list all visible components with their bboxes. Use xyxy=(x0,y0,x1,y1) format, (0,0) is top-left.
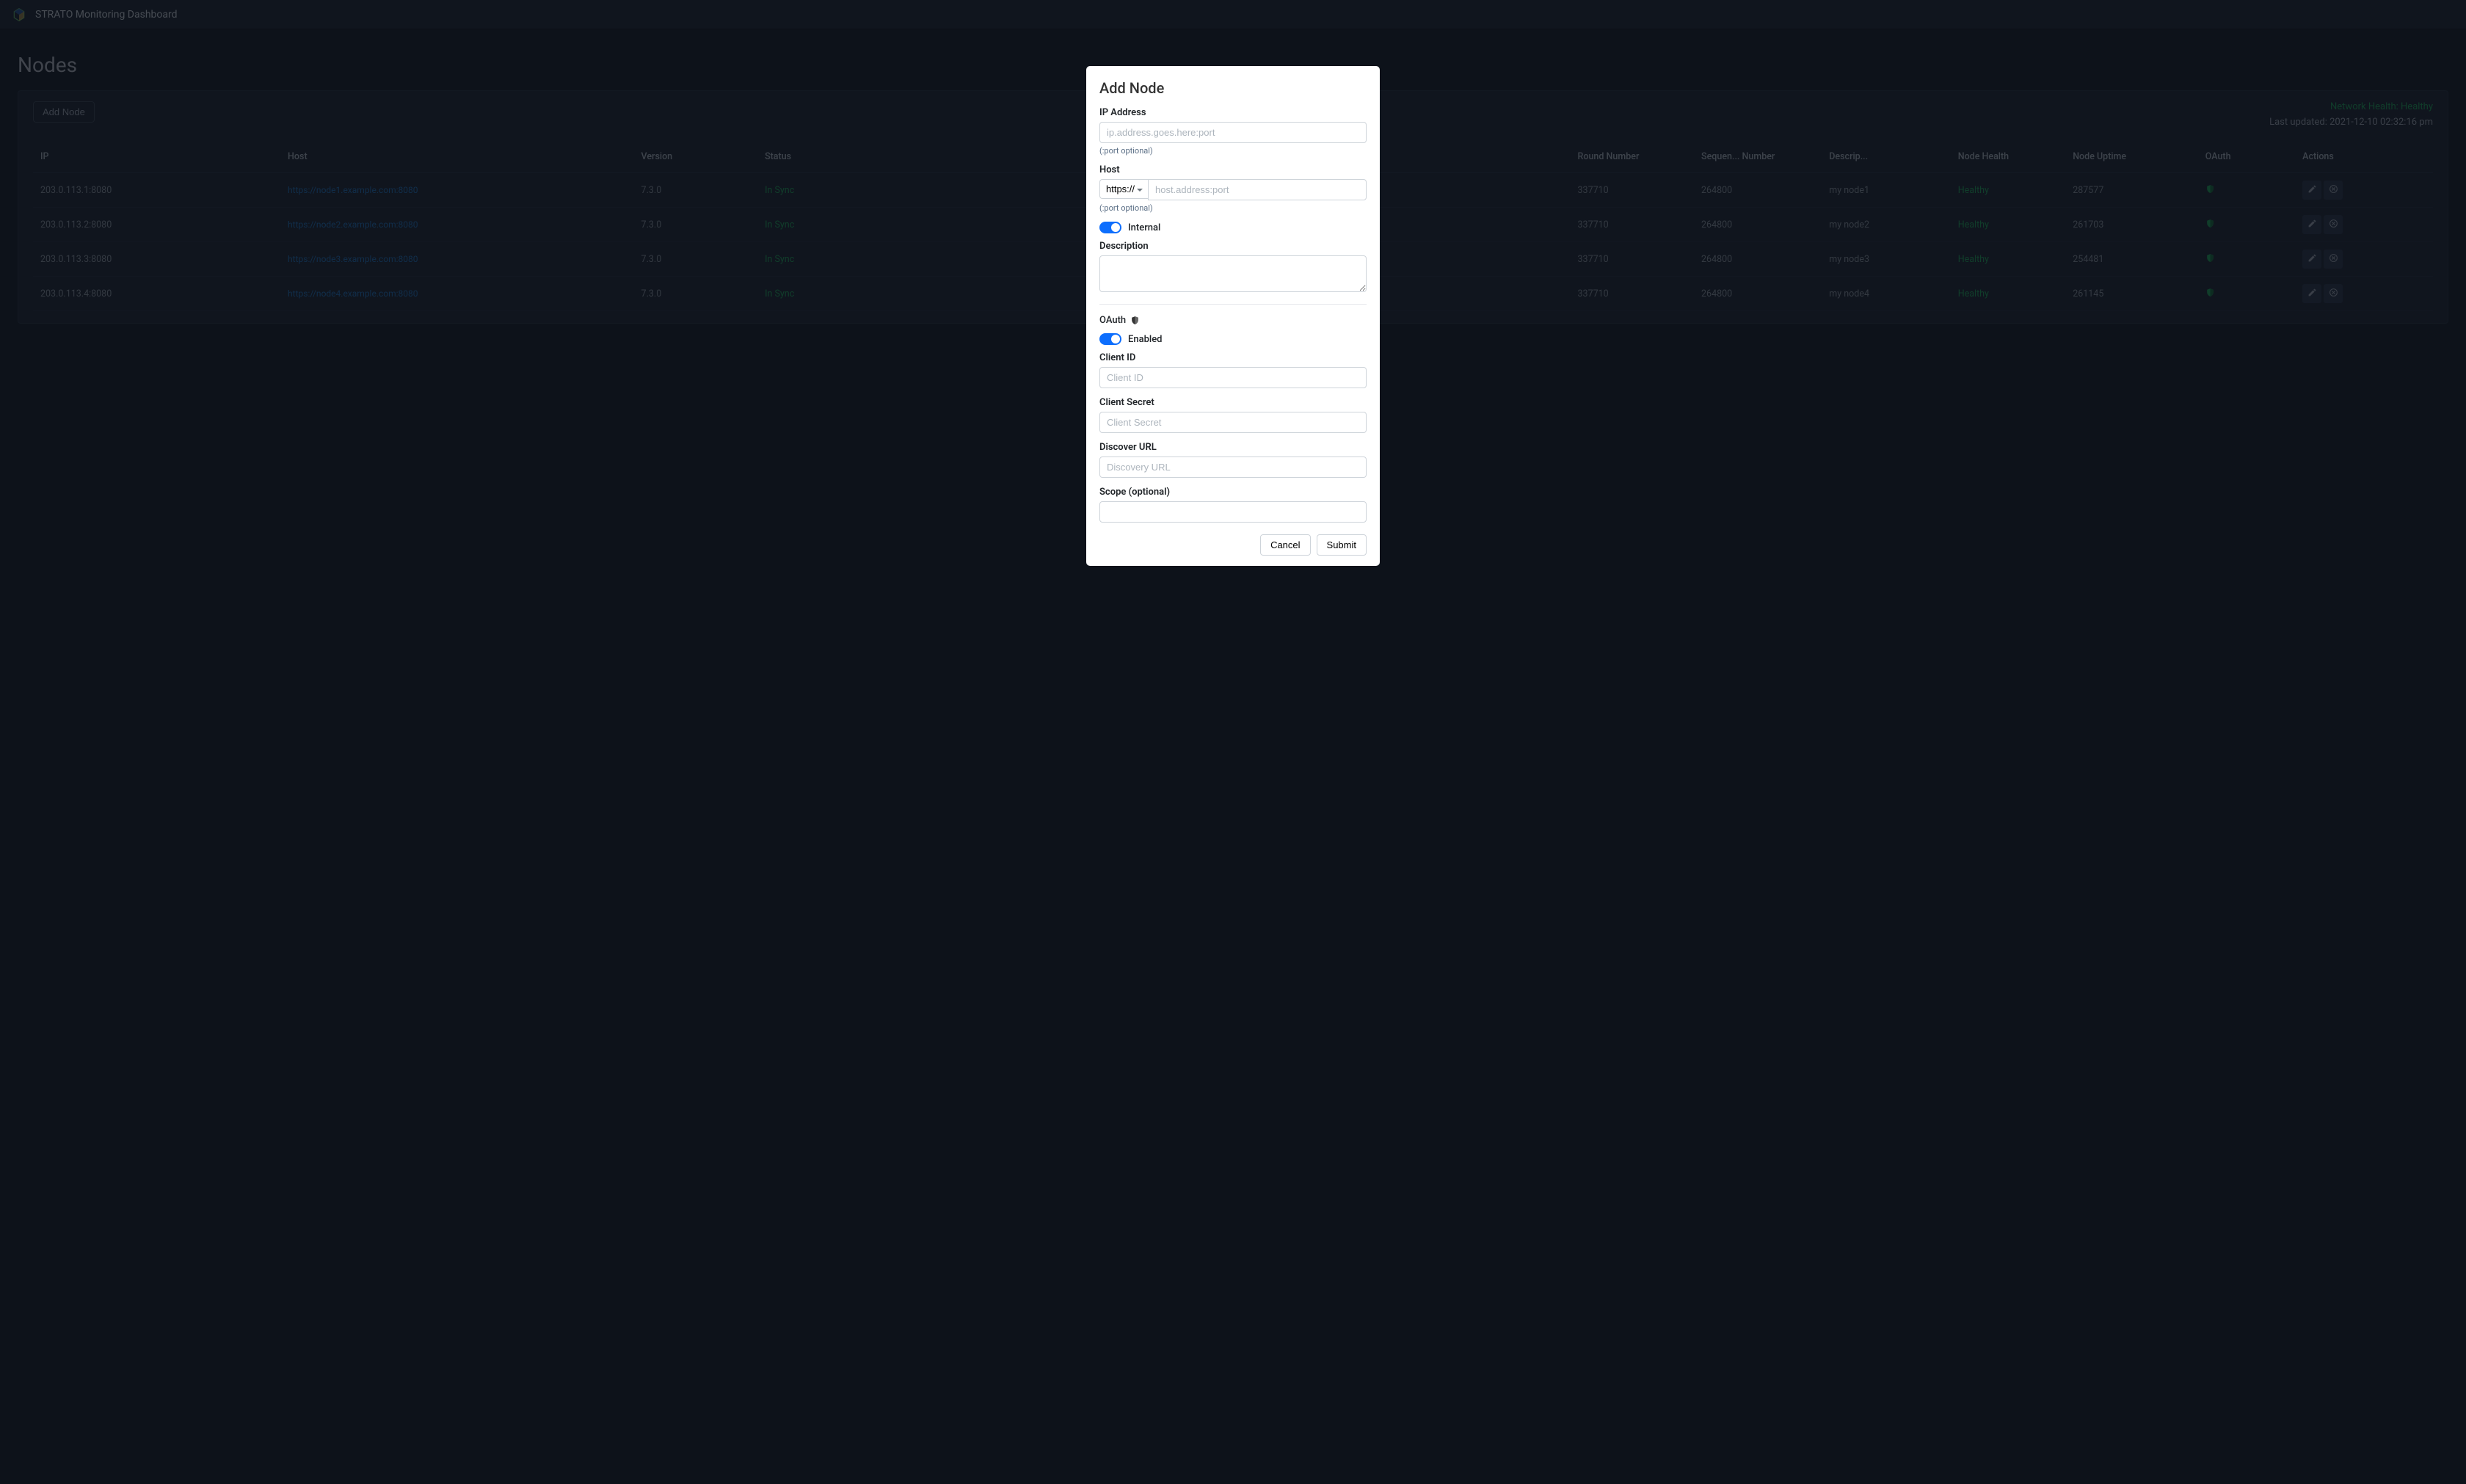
description-textarea[interactable] xyxy=(1099,255,1367,292)
modal-title: Add Node xyxy=(1099,79,1367,97)
internal-toggle[interactable] xyxy=(1099,222,1121,233)
oauth-enabled-label: Enabled xyxy=(1128,334,1163,345)
internal-label: Internal xyxy=(1128,222,1160,233)
discover-url-label: Discover URL xyxy=(1099,442,1367,453)
host-scheme-select[interactable]: https:// xyxy=(1099,179,1148,199)
client-secret-input[interactable] xyxy=(1099,412,1367,433)
ip-port-hint: (:port optional) xyxy=(1099,146,1367,156)
scope-label: Scope (optional) xyxy=(1099,487,1367,498)
ip-label: IP Address xyxy=(1099,107,1367,118)
oauth-enabled-toggle[interactable] xyxy=(1099,333,1121,345)
host-input[interactable] xyxy=(1148,179,1367,200)
ip-address-input[interactable] xyxy=(1099,122,1367,143)
scope-input[interactable] xyxy=(1099,501,1367,523)
client-id-input[interactable] xyxy=(1099,367,1367,388)
submit-button[interactable]: Submit xyxy=(1317,534,1367,556)
client-id-label: Client ID xyxy=(1099,352,1367,363)
client-secret-label: Client Secret xyxy=(1099,397,1367,408)
modal-overlay[interactable]: Add Node IP Address (:port optional) Hos… xyxy=(0,0,2466,1484)
host-port-hint: (:port optional) xyxy=(1099,203,1367,213)
oauth-heading: OAuth xyxy=(1099,315,1367,326)
discover-url-input[interactable] xyxy=(1099,457,1367,478)
host-label: Host xyxy=(1099,164,1367,175)
add-node-modal: Add Node IP Address (:port optional) Hos… xyxy=(1086,66,1380,566)
shield-icon xyxy=(1130,316,1140,325)
cancel-button[interactable]: Cancel xyxy=(1260,534,1310,556)
description-label: Description xyxy=(1099,241,1367,252)
